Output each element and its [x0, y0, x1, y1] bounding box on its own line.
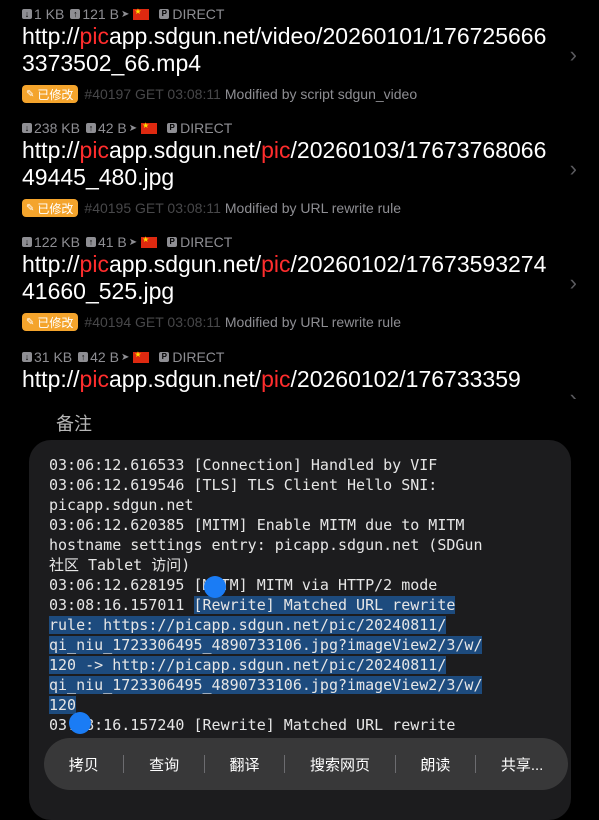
download-size: 1 KB — [34, 6, 65, 22]
modified-badge: ✎ 已修改 — [22, 313, 79, 331]
pencil-icon: ✎ — [26, 202, 35, 214]
notes-label: 备注 — [56, 414, 92, 434]
chevron-right-icon[interactable]: › — [570, 385, 577, 399]
location-icon: ➤ — [128, 236, 138, 248]
request-description: Modified by URL rewrite rule — [224, 200, 401, 216]
request-id-time: #40197 GET 03:08:11 — [84, 86, 221, 102]
request-description: Modified by URL rewrite rule — [224, 314, 401, 330]
upload-size: 41 B — [97, 234, 127, 250]
china-flag-icon — [133, 7, 150, 20]
text-selection-menu: 拷贝 查询 翻译 搜索网页 朗读 共享... — [44, 738, 568, 790]
request-status: ✎ 已修改 #40194 GET 03:08:11 Modified by URL… — [22, 313, 401, 331]
policy-name: DIRECT — [172, 6, 225, 22]
location-icon: ➤ — [120, 351, 130, 363]
pencil-icon: ✎ — [26, 88, 35, 100]
request-status: ✎ 已修改 #40195 GET 03:08:11 Modified by URL… — [22, 199, 401, 217]
policy-icon: P — [167, 123, 178, 133]
upload-icon: ↑ — [85, 237, 96, 247]
download-icon: ↓ — [22, 352, 32, 362]
copy-button[interactable]: 拷贝 — [44, 754, 123, 775]
upload-size: 121 B — [82, 6, 119, 22]
request-id-time: #40194 GET 03:08:11 — [84, 314, 221, 330]
selected-text: [Rewrite] Matched URL rewrite — [193, 596, 456, 614]
download-icon: ↓ — [22, 123, 32, 133]
policy-icon: P — [167, 237, 178, 247]
pencil-icon: ✎ — [26, 316, 35, 328]
download-icon: ↓ — [22, 237, 32, 247]
request-meta: ↓ 31 KB ↑ 42 B ➤ P DIRECT — [22, 349, 224, 365]
request-meta: ↓ 122 KB ↑ 41 B ➤ P DIRECT — [22, 234, 232, 250]
location-icon: ➤ — [120, 8, 130, 20]
lookup-button[interactable]: 查询 — [124, 754, 203, 775]
policy-icon: P — [159, 352, 170, 362]
search-web-button[interactable]: 搜索网页 — [285, 754, 394, 775]
upload-size: 42 B — [97, 120, 127, 136]
upload-icon: ↑ — [85, 123, 96, 133]
modified-badge: ✎ 已修改 — [22, 85, 79, 103]
request-description: Modified by script sdgun_video — [224, 86, 418, 102]
china-flag-icon — [133, 350, 150, 363]
request-item[interactable]: ↓ 238 KB ↑ 42 B ➤ P DIRECT http://picapp… — [0, 120, 599, 220]
download-size: 122 KB — [34, 234, 80, 250]
china-flag-icon — [141, 235, 158, 248]
request-url: http://picapp.sdgun.net/pic/20260102/176… — [22, 366, 521, 392]
chevron-right-icon[interactable]: › — [570, 42, 577, 68]
policy-name: DIRECT — [172, 349, 225, 365]
request-url: http://picapp.sdgun.net/pic/20260102/176… — [22, 251, 547, 304]
download-size: 31 KB — [34, 349, 73, 365]
download-size: 238 KB — [34, 120, 80, 136]
translate-button[interactable]: 翻译 — [205, 754, 284, 775]
request-item[interactable]: ↓ 122 KB ↑ 41 B ➤ P DIRECT http://picapp… — [0, 234, 599, 334]
download-icon: ↓ — [22, 9, 32, 19]
request-item[interactable]: ↓ 1 KB ↑ 121 B ➤ P DIRECT http://picapp.… — [0, 6, 599, 106]
policy-name: DIRECT — [180, 120, 233, 136]
policy-name: DIRECT — [180, 234, 233, 250]
request-id-time: #40195 GET 03:08:11 — [84, 200, 221, 216]
modified-badge: ✎ 已修改 — [22, 199, 79, 217]
selection-end-handle[interactable] — [69, 712, 91, 734]
chevron-right-icon[interactable]: › — [570, 156, 577, 182]
request-meta: ↓ 238 KB ↑ 42 B ➤ P DIRECT — [22, 120, 232, 136]
request-item[interactable]: ↓ 31 KB ↑ 42 B ➤ P DIRECT http://picapp.… — [0, 349, 599, 399]
upload-icon: ↑ — [78, 352, 89, 362]
upload-icon: ↑ — [70, 9, 81, 19]
share-button[interactable]: 共享... — [476, 754, 568, 775]
policy-icon: P — [159, 9, 170, 19]
selection-start-handle[interactable] — [204, 576, 226, 598]
chevron-right-icon[interactable]: › — [570, 270, 577, 296]
request-meta: ↓ 1 KB ↑ 121 B ➤ P DIRECT — [22, 6, 224, 22]
request-status: ✎ 已修改 #40197 GET 03:08:11 Modified by scr… — [22, 85, 417, 103]
request-url: http://picapp.sdgun.net/pic/20260103/176… — [22, 137, 547, 190]
request-url: http://picapp.sdgun.net/video/20260101/1… — [22, 23, 547, 76]
speak-button[interactable]: 朗读 — [396, 754, 475, 775]
location-icon: ➤ — [128, 122, 138, 134]
upload-size: 42 B — [90, 349, 119, 365]
china-flag-icon — [141, 121, 158, 134]
log-text[interactable]: 03:06:12.616533 [Connection] Handled by … — [49, 455, 559, 735]
